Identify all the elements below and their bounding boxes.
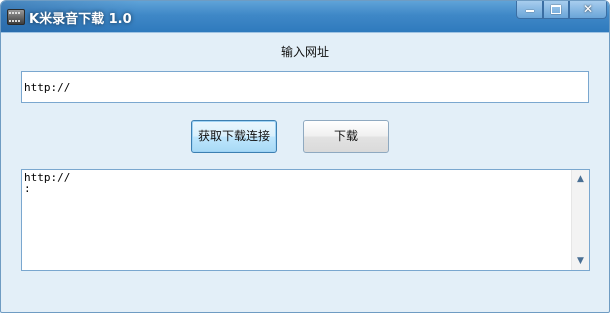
vertical-scrollbar[interactable]: ▲ ▼	[571, 170, 589, 270]
window-title: K米录音下载 1.0	[29, 12, 132, 27]
close-icon: ✕	[582, 2, 594, 16]
title-bar[interactable]: K米录音下载 1.0 ✕	[1, 1, 609, 33]
output-textarea[interactable]: http:// : ▲ ▼	[21, 169, 590, 271]
minimize-button[interactable]	[516, 1, 543, 19]
close-button[interactable]: ✕	[569, 1, 607, 19]
url-input[interactable]	[21, 71, 589, 103]
minimize-icon	[525, 10, 534, 12]
get-download-link-button[interactable]: 获取下载连接	[191, 120, 277, 153]
url-label: 输入网址	[280, 45, 329, 59]
app-window: K米录音下载 1.0 ✕ 输入网址 获取下载连接 下载 http:// : ▲ …	[0, 0, 610, 313]
scroll-down-icon[interactable]: ▼	[573, 253, 588, 269]
maximize-icon	[551, 5, 561, 14]
maximize-button[interactable]	[543, 1, 569, 19]
output-text[interactable]: http:// :	[24, 172, 572, 194]
download-button[interactable]: 下载	[303, 120, 389, 153]
film-strip-icon	[7, 9, 25, 25]
scroll-up-icon[interactable]: ▲	[573, 171, 588, 187]
